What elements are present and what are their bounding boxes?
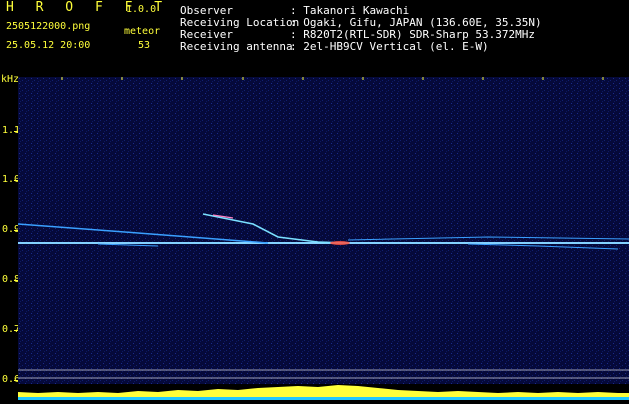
info-value-antenna: : 2el-HB9CV Vertical (el. E-W) xyxy=(290,40,489,53)
meteor-count: 53 xyxy=(138,40,151,51)
datetime: 25.05.12 20:00 xyxy=(6,40,91,51)
meteor-burst xyxy=(330,241,350,245)
header-panel: H R O F F T 1.0.0 2505122000.png meteor … xyxy=(0,0,629,75)
y-axis-unit: kHz xyxy=(1,74,20,85)
meteor-label: meteor xyxy=(124,26,161,37)
signal-level-strip xyxy=(18,384,629,400)
spectrogram-panel xyxy=(18,77,629,384)
info-label-antenna: Receiving antenna xyxy=(180,40,293,53)
signal-level-svg xyxy=(18,384,629,400)
spectrogram-svg xyxy=(18,77,629,384)
app-version: 1.0.0 xyxy=(126,4,157,15)
filename: 2505122000.png xyxy=(6,21,91,32)
